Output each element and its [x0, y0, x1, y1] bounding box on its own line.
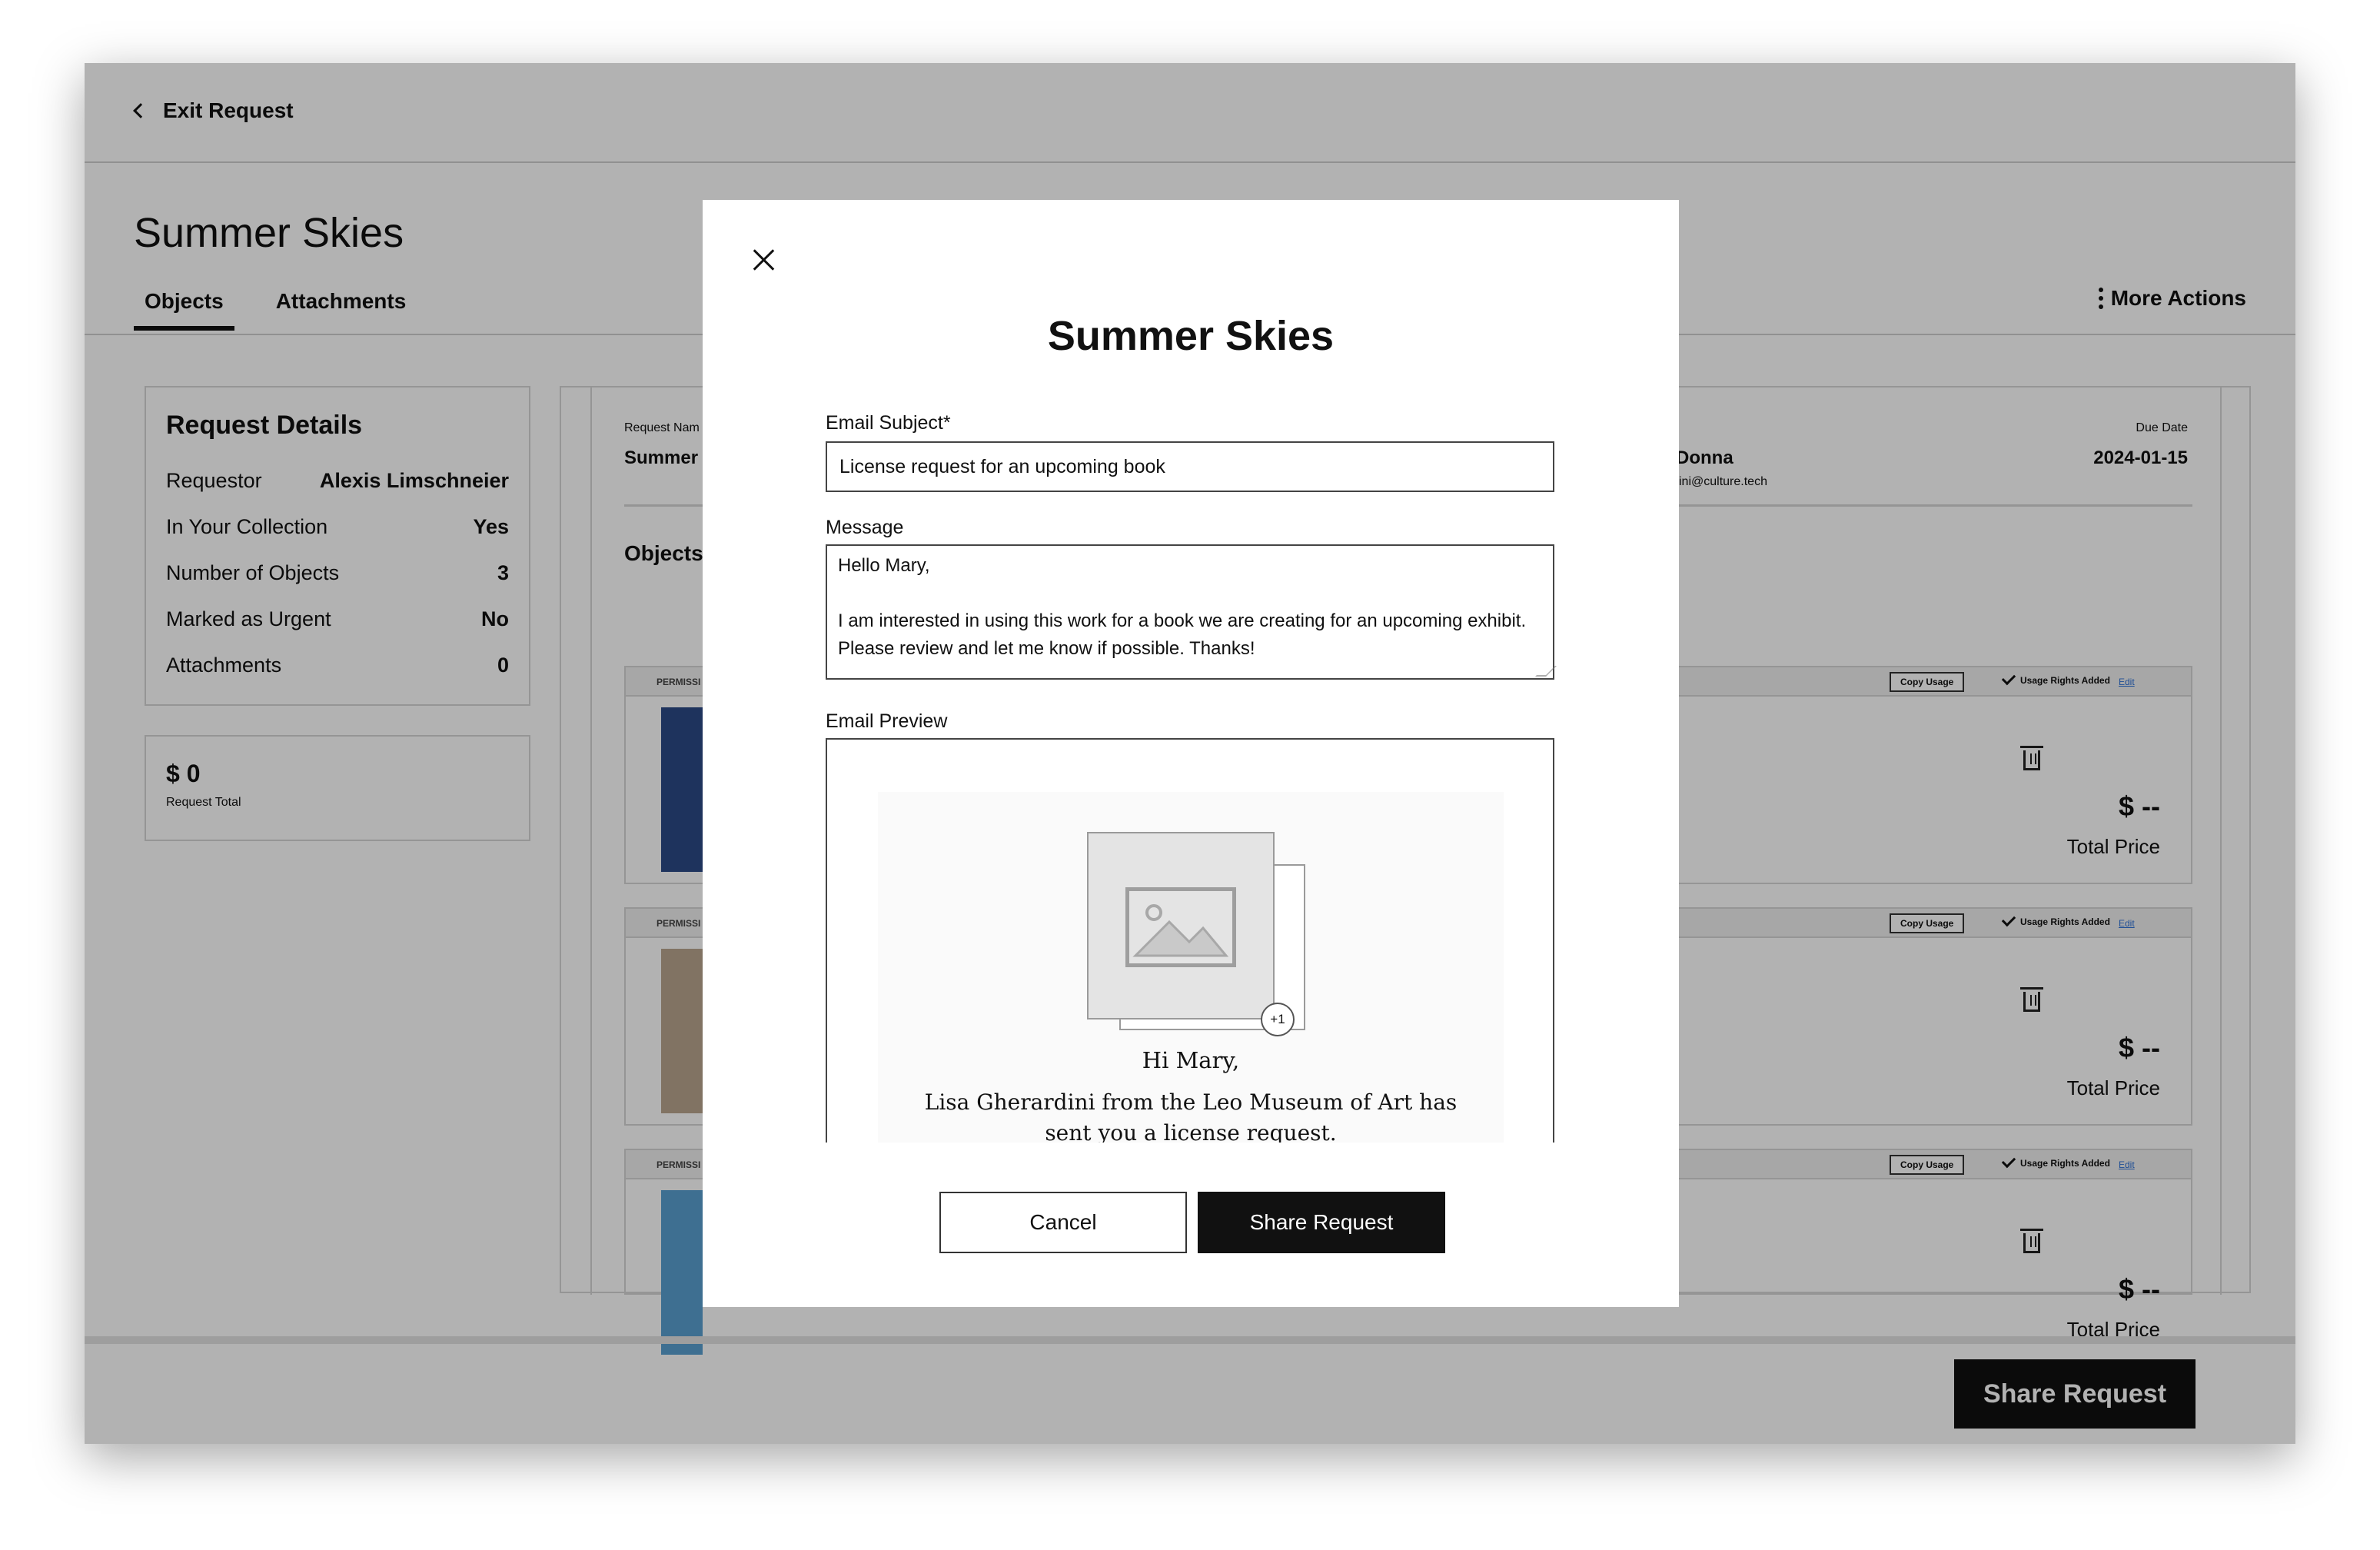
email-preview-label: Email Preview	[826, 710, 948, 732]
more-objects-badge: +1	[1261, 1003, 1295, 1036]
email-subject-label: Email Subject*	[826, 412, 951, 434]
email-preview-frame[interactable]: +1 Hi Mary, Lisa Gherardini from the Leo…	[826, 738, 1554, 1143]
message-label: Message	[826, 517, 904, 538]
modal-title: Summer Skies	[1047, 313, 1335, 359]
picture-frame-icon	[1125, 887, 1236, 967]
image-placeholder	[1087, 832, 1275, 1019]
share-request-modal: Summer Skies Email Subject* Message Hell…	[703, 200, 1679, 1307]
preview-greeting: Hi Mary,	[1142, 1047, 1240, 1073]
share-request-button[interactable]: Share Request	[1198, 1192, 1445, 1253]
message-textarea[interactable]: Hello Mary, I am interested in using thi…	[826, 544, 1554, 680]
cancel-button[interactable]: Cancel	[939, 1192, 1187, 1253]
email-subject-input[interactable]	[826, 441, 1554, 492]
email-preview-content: +1 Hi Mary, Lisa Gherardini from the Leo…	[878, 792, 1504, 1143]
close-icon[interactable]	[752, 248, 776, 272]
preview-body: Lisa Gherardini from the Leo Museum of A…	[924, 1089, 1458, 1143]
